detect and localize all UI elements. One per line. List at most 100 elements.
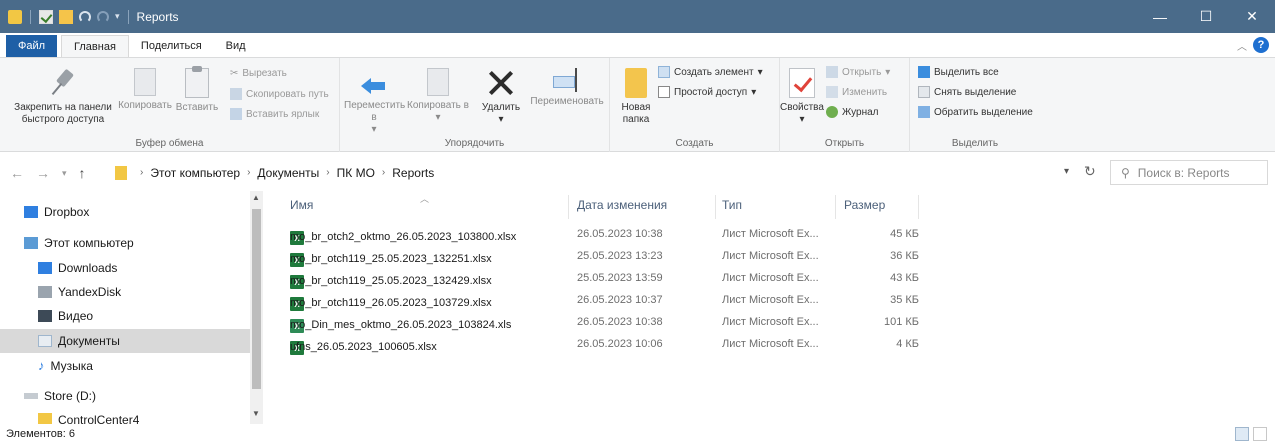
nav-item-store-d[interactable]: Store (D:): [24, 389, 96, 403]
navigation-pane: Dropbox Этот компьютер Downloads YandexD…: [0, 191, 263, 424]
select-none-label: Снять выделение: [934, 86, 1017, 98]
forward-icon[interactable]: →: [36, 165, 50, 181]
breadcrumb-pk-mo[interactable]: ПК МО: [337, 166, 375, 180]
table-row[interactable]: Xmo_br_otch119_25.05.2023_132429.xlsx 25…: [282, 269, 932, 290]
collapse-ribbon-icon[interactable]: ︿: [1237, 38, 1247, 53]
status-bar: Элементов: 6: [0, 424, 1275, 444]
large-icons-view-icon[interactable]: [1253, 427, 1267, 441]
pin-icon: [50, 68, 76, 98]
column-header-type[interactable]: Тип: [722, 191, 842, 219]
breadcrumb-separator-icon[interactable]: ›: [247, 167, 250, 178]
edit-icon: [826, 86, 838, 98]
table-row[interactable]: Xmo_br_otch119_25.05.2023_132251.xlsx 25…: [282, 247, 932, 268]
breadcrumb-this-pc[interactable]: Этот компьютер: [150, 166, 240, 180]
properties-quick-icon[interactable]: [39, 9, 53, 24]
nav-item-downloads[interactable]: Downloads: [38, 261, 117, 275]
invert-selection-icon: [918, 106, 930, 118]
delete-button[interactable]: Удалить ▾: [476, 68, 526, 126]
scroll-up-icon[interactable]: ▲: [252, 193, 260, 202]
file-date: 26.05.2023 10:37: [577, 294, 663, 306]
column-divider[interactable]: [568, 195, 569, 219]
dropdown-arrow-icon: ▾: [751, 86, 757, 98]
nav-scrollbar[interactable]: ▲ ▼: [250, 191, 263, 424]
details-view-icon[interactable]: [1235, 427, 1249, 441]
cut-label: Вырезать: [242, 68, 287, 79]
minimize-button[interactable]: —: [1137, 0, 1183, 33]
table-row[interactable]: Xmo_br_otch119_26.05.2023_103729.xlsx 26…: [282, 291, 932, 312]
column-header-date[interactable]: Дата изменения: [577, 191, 717, 219]
back-icon[interactable]: ←: [10, 165, 24, 181]
file-name: ufns_26.05.2023_100605.xlsx: [290, 341, 437, 353]
breadcrumb-separator-icon[interactable]: ›: [140, 167, 143, 178]
table-row[interactable]: Xmo_br_otch2_oktmo_26.05.2023_103800.xls…: [282, 225, 932, 246]
create-group: Новая папка Создать элемент ▾ Простой до…: [610, 58, 780, 152]
table-row[interactable]: Xmo_Din_mes_oktmo_26.05.2023_103824.xls …: [282, 313, 932, 334]
breadcrumb-separator-icon[interactable]: ›: [326, 167, 329, 178]
column-divider[interactable]: [918, 195, 919, 219]
nav-scroll-thumb[interactable]: [252, 209, 261, 389]
nav-item-yandexdisk[interactable]: YandexDisk: [38, 285, 121, 299]
pin-quick-access-button[interactable]: Закрепить на панели быстрого доступа: [8, 68, 118, 126]
nav-item-this-pc[interactable]: Этот компьютер: [24, 236, 134, 250]
nav-item-controlcenter4[interactable]: ControlCenter4: [38, 413, 139, 424]
breadcrumb-documents[interactable]: Документы: [257, 166, 319, 180]
breadcrumb-separator-icon[interactable]: ›: [382, 167, 385, 178]
move-to-button[interactable]: Переместить в ▾: [344, 68, 405, 136]
edit-button[interactable]: Изменить: [826, 86, 887, 98]
column-divider[interactable]: [835, 195, 836, 219]
open-button[interactable]: Открыть ▾: [826, 66, 890, 78]
close-button[interactable]: ✕: [1229, 0, 1275, 33]
paste-button[interactable]: Вставить: [172, 66, 222, 114]
breadcrumb[interactable]: › Этот компьютер › Документы › ПК МО › R…: [115, 160, 1115, 185]
customize-qat-icon[interactable]: ▾: [115, 11, 120, 22]
nav-item-video[interactable]: Видео: [38, 309, 93, 323]
maximize-button[interactable]: ☐: [1183, 0, 1229, 33]
delete-icon: [486, 68, 516, 98]
history-button[interactable]: Журнал: [826, 106, 879, 118]
copy-to-button[interactable]: Копировать в ▾: [406, 63, 470, 124]
invert-selection-button[interactable]: Обратить выделение: [918, 106, 1033, 118]
tab-file[interactable]: Файл: [6, 35, 58, 57]
new-item-button[interactable]: Создать элемент ▾: [658, 66, 763, 78]
column-divider[interactable]: [715, 195, 716, 219]
recent-locations-icon[interactable]: ▾: [62, 168, 67, 181]
help-icon[interactable]: ?: [1253, 37, 1269, 53]
tab-home[interactable]: Главная: [61, 35, 129, 57]
address-history-icon[interactable]: ▾: [1064, 166, 1069, 177]
tab-view[interactable]: Вид: [214, 35, 258, 57]
column-header-size[interactable]: Размер: [844, 191, 924, 219]
copy-button[interactable]: Копировать: [118, 63, 172, 112]
new-folder-button[interactable]: Новая папка: [614, 68, 658, 126]
column-header-name[interactable]: Имя: [290, 191, 570, 219]
file-name: mo_br_otch119_25.05.2023_132429.xlsx: [290, 275, 492, 287]
nav-item-label: Документы: [58, 334, 120, 348]
rename-button[interactable]: Переименовать: [528, 68, 606, 108]
select-all-button[interactable]: Выделить все: [918, 66, 999, 78]
properties-button[interactable]: Свойства ▾: [780, 68, 824, 126]
download-icon: [38, 262, 52, 274]
file-size: 36 КБ: [890, 250, 919, 262]
copy-path-button[interactable]: Скопировать путь: [230, 88, 329, 100]
dropdown-arrow-icon: ▾: [435, 112, 441, 123]
select-none-button[interactable]: Снять выделение: [918, 86, 1016, 98]
tab-share[interactable]: Поделиться: [129, 35, 214, 57]
select-all-label: Выделить все: [934, 66, 999, 78]
search-icon: ⚲: [1121, 165, 1130, 180]
paste-shortcut-button[interactable]: Вставить ярлык: [230, 108, 319, 120]
nav-item-documents[interactable]: Документы: [38, 334, 120, 348]
new-folder-quick-icon[interactable]: [59, 9, 73, 24]
search-input[interactable]: ⚲ Поиск в: Reports: [1110, 160, 1268, 185]
up-icon[interactable]: ↑: [79, 165, 86, 181]
refresh-icon[interactable]: ↻: [1084, 163, 1096, 180]
nav-item-dropbox[interactable]: Dropbox: [24, 205, 89, 219]
cut-button[interactable]: ✂ Вырезать: [230, 68, 287, 79]
redo-icon[interactable]: [97, 10, 109, 23]
easy-access-button[interactable]: Простой доступ ▾: [658, 86, 756, 98]
item-count: Элементов: 6: [6, 428, 75, 440]
undo-icon[interactable]: [79, 10, 91, 23]
scroll-down-icon[interactable]: ▼: [252, 409, 260, 418]
nav-item-music[interactable]: ♪ Музыка: [38, 358, 93, 373]
table-row[interactable]: Xufns_26.05.2023_100605.xlsx 26.05.2023 …: [282, 335, 932, 356]
history-icon: [826, 106, 838, 118]
breadcrumb-reports[interactable]: Reports: [392, 166, 434, 180]
